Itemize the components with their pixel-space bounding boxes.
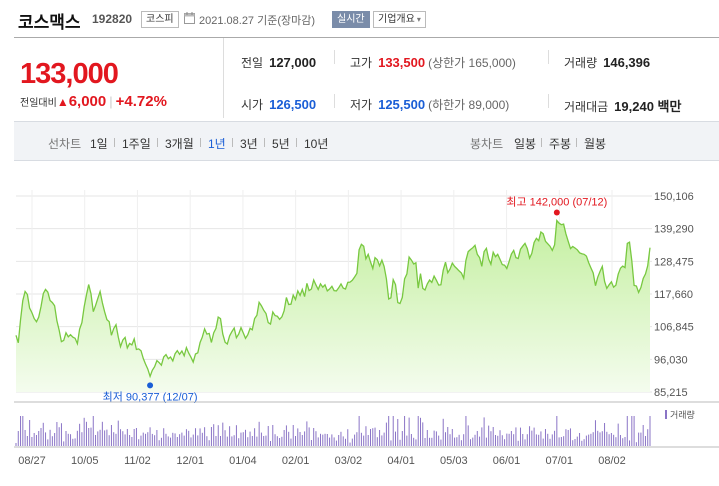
stat-divider [334, 94, 335, 108]
change-separator: | [109, 94, 113, 109]
y-tick-label: 128,475 [654, 256, 694, 268]
volume-legend-label: 거래량 [670, 410, 695, 420]
period-1y[interactable]: 1년 [208, 135, 226, 152]
stat-low: 저가 125,500 (하한가 89,000) [350, 96, 509, 113]
up-arrow-icon: ▲ [56, 95, 69, 109]
market-badge: 코스피 [141, 11, 179, 28]
y-tick-label: 106,845 [654, 322, 694, 334]
x-tick-label: 07/01 [546, 455, 574, 467]
period-divider [541, 138, 542, 147]
stat-label: 전일 [241, 56, 264, 70]
x-tick-label: 05/03 [440, 455, 468, 467]
period-divider [200, 138, 201, 147]
candle-monthly[interactable]: 월봉 [584, 135, 606, 152]
price-chart[interactable]: 150,106 139,290 128,475 117,660 106,845 96,03… [0, 162, 719, 486]
candle-weekly[interactable]: 주봉 [549, 135, 571, 152]
stock-widget: 코스맥스 192820 코스피 2021.08.27 기준(장마감) 실시간 기… [0, 0, 719, 486]
stat-divider [548, 50, 549, 64]
stat-amount: 거래대금 19,240 백만 [564, 96, 681, 115]
chevron-down-icon: ▾ [416, 15, 421, 24]
price-box: 133,000 전일대비▲6,000 | +4.72% [14, 38, 224, 118]
stat-value: 146,396 [603, 55, 651, 70]
change-amount: 6,000 [68, 93, 107, 110]
price-stats: 전일 127,000 고가 133,500 (상한가 165,000) 거래량 146,… [225, 38, 719, 118]
period-3y[interactable]: 3년 [240, 135, 258, 152]
period-divider [157, 138, 158, 147]
period-1d[interactable]: 1일 [90, 135, 108, 152]
y-tick-label: 117,660 [654, 289, 693, 301]
x-tick-label: 01/04 [229, 455, 257, 467]
period-divider [232, 138, 233, 147]
base-date: 2021.08.27 기준(장마감) [199, 15, 316, 27]
realtime-button[interactable]: 실시간 [332, 11, 370, 28]
stat-divider [334, 50, 335, 64]
period-divider [114, 138, 115, 147]
stat-label: 거래량 [564, 56, 598, 70]
stock-header: 코스맥스 192820 코스피 2021.08.27 기준(장마감) 실시간 기… [0, 0, 719, 37]
period-1w[interactable]: 1주일 [122, 135, 151, 152]
x-tick-label: 04/01 [387, 455, 415, 467]
period-divider [576, 138, 577, 147]
stock-code: 192820 [92, 12, 133, 26]
y-tick-label: 85,215 [654, 387, 688, 399]
high-annotation: 최고 142,000 (07/12) [506, 195, 607, 208]
volume-legend: 거래량 [665, 408, 695, 421]
calendar-icon [184, 12, 195, 24]
current-price: 133,000 [20, 58, 119, 90]
change-rate: +4.72% [115, 93, 167, 110]
candle-daily[interactable]: 일봉 [514, 135, 536, 152]
stat-label: 거래대금 [564, 100, 609, 114]
stat-value: 126,500 [269, 97, 317, 112]
stat-value: 127,000 [269, 55, 317, 70]
period-selector: 선차트 1일 1주일 3개월 1년 3년 5년 10년 봉차트 일봉 주봉 월봉 [14, 121, 719, 161]
stat-value: 19,240 백만 [614, 99, 682, 114]
stat-value: 125,500 [378, 97, 426, 112]
upper-limit: (상한가 165,000) [428, 56, 516, 70]
low-annotation: 최저 90,377 (12/07) [103, 390, 198, 403]
low-marker [147, 382, 154, 389]
stat-prev-close: 전일 127,000 [241, 54, 316, 71]
company-info-button[interactable]: 기업개요 ▾ [373, 11, 426, 28]
stock-name[interactable]: 코스맥스 [18, 8, 81, 33]
stat-value: 133,500 [378, 55, 426, 70]
period-divider [296, 138, 297, 147]
x-tick-label: 08/02 [598, 455, 626, 467]
x-tick-label: 02/01 [282, 455, 310, 467]
x-tick-label: 03/02 [335, 455, 363, 467]
x-tick-label: 11/02 [124, 455, 151, 467]
price-area [16, 220, 650, 392]
candle-chart-label: 봉차트 [470, 137, 504, 151]
x-tick-label: 06/01 [493, 455, 521, 467]
stat-divider [548, 94, 549, 108]
stat-open: 시가 126,500 [241, 96, 316, 113]
x-tick-label: 12/01 [176, 455, 204, 467]
period-5y[interactable]: 5년 [272, 135, 290, 152]
stat-high: 고가 133,500 (상한가 165,000) [350, 54, 516, 71]
y-tick-label: 96,030 [654, 354, 688, 366]
stat-label: 시가 [241, 98, 264, 112]
change-label: 전일대비 [20, 98, 57, 109]
period-divider [264, 138, 265, 147]
line-chart-label: 선차트 [48, 137, 82, 151]
price-change: 전일대비▲6,000 | +4.72% [20, 93, 167, 110]
high-marker [553, 209, 560, 216]
company-info-label: 기업개요 [378, 14, 415, 25]
period-3m[interactable]: 3개월 [165, 135, 194, 152]
y-tick-label: 150,106 [654, 191, 694, 203]
period-10y[interactable]: 10년 [304, 135, 328, 152]
x-tick-label: 08/27 [18, 455, 46, 467]
stat-label: 저가 [350, 98, 373, 112]
stat-volume: 거래량 146,396 [564, 54, 650, 71]
price-chart-svg: 150,106 139,290 128,475 117,660 106,845 96,03… [14, 190, 719, 467]
volume-legend-swatch [665, 410, 667, 419]
x-tick-label: 10/05 [71, 455, 99, 467]
lower-limit: (하한가 89,000) [428, 98, 510, 112]
y-tick-label: 139,290 [654, 224, 694, 236]
stat-label: 고가 [350, 56, 373, 70]
